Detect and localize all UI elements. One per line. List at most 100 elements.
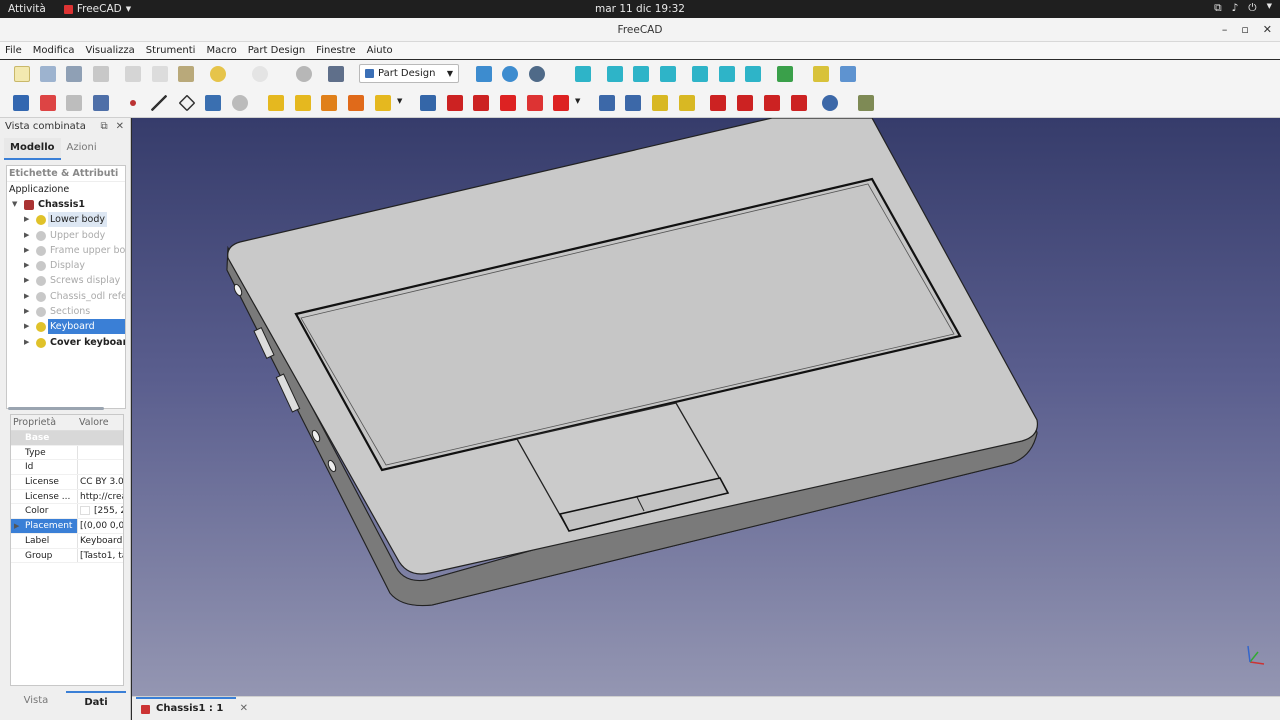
polar-pattern-icon[interactable] bbox=[652, 95, 668, 111]
fit-all-icon[interactable] bbox=[476, 66, 492, 82]
tab-tasks[interactable]: Azioni bbox=[61, 138, 103, 160]
datum-line-icon[interactable] bbox=[151, 95, 167, 111]
tree-item-screws-display[interactable]: ▶ Screws display bbox=[7, 273, 125, 288]
expand-icon[interactable]: ▶ bbox=[24, 335, 29, 350]
save-as-icon[interactable] bbox=[93, 66, 109, 82]
view-left-icon[interactable] bbox=[745, 66, 761, 82]
refresh-icon[interactable] bbox=[296, 66, 312, 82]
view-isometric-icon[interactable] bbox=[575, 66, 591, 82]
paste-icon[interactable] bbox=[178, 66, 194, 82]
activities-button[interactable]: Attività bbox=[8, 3, 46, 15]
tree-item-sections[interactable]: ▶ Sections bbox=[7, 304, 125, 319]
tab-data[interactable]: Dati bbox=[66, 691, 126, 713]
save-icon[interactable] bbox=[66, 66, 82, 82]
document-tab[interactable]: Chassis1 : 1 ✕ bbox=[136, 697, 248, 719]
new-file-icon[interactable] bbox=[14, 66, 30, 82]
minimize-button[interactable]: – bbox=[1222, 18, 1228, 42]
thickness-icon[interactable] bbox=[791, 95, 807, 111]
clone-icon[interactable] bbox=[93, 95, 109, 111]
pad-icon[interactable] bbox=[268, 95, 284, 111]
property-value[interactable]: http://creat bbox=[77, 489, 123, 504]
chamfer-icon[interactable] bbox=[737, 95, 753, 111]
fillet-icon[interactable] bbox=[710, 95, 726, 111]
linear-pattern-icon[interactable] bbox=[625, 95, 641, 111]
tree-horizontal-scrollbar[interactable] bbox=[8, 407, 104, 410]
expand-icon[interactable]: ▶ bbox=[24, 228, 29, 243]
app-menu[interactable]: FreeCAD ▼ bbox=[63, 3, 131, 15]
copy-icon[interactable] bbox=[152, 66, 168, 82]
sprocket-icon[interactable] bbox=[858, 95, 874, 111]
menu-file[interactable]: File bbox=[5, 45, 22, 56]
datum-point-icon[interactable] bbox=[130, 100, 136, 106]
expand-icon[interactable]: ▶ bbox=[24, 258, 29, 273]
tree-item-root[interactable]: ▼ Chassis1 bbox=[7, 197, 125, 212]
create-body-icon[interactable] bbox=[13, 95, 29, 111]
validate-sketch-icon[interactable] bbox=[66, 95, 82, 111]
tree-item-cover-keyboard[interactable]: ▶ Cover keyboard bbox=[7, 335, 125, 350]
expand-icon[interactable]: ▶ bbox=[24, 289, 29, 304]
group-folder-icon[interactable] bbox=[840, 66, 856, 82]
menu-part-design[interactable]: Part Design bbox=[248, 45, 305, 56]
draw-style-icon[interactable] bbox=[529, 66, 545, 82]
property-value[interactable]: [Tasto1, ta bbox=[77, 548, 123, 563]
close-tab-icon[interactable]: ✕ bbox=[240, 699, 248, 719]
property-value[interactable]: [(0,00 0,00 bbox=[77, 519, 123, 533]
expand-icon[interactable]: ▶ bbox=[24, 243, 29, 258]
menu-view[interactable]: Visualizza bbox=[86, 45, 135, 56]
revolution-icon[interactable] bbox=[295, 95, 311, 111]
float-panel-icon[interactable]: ⧉ bbox=[100, 118, 107, 136]
expand-icon[interactable]: ▶ bbox=[24, 273, 29, 288]
shape-binder-icon[interactable] bbox=[232, 95, 248, 111]
property-row[interactable]: Group [Tasto1, ta bbox=[11, 548, 123, 564]
subtractive-primitive-icon[interactable] bbox=[553, 95, 569, 111]
tree-item-chassis-reference[interactable]: ▶ Chassis_odl reference bbox=[7, 289, 125, 304]
local-cs-icon[interactable] bbox=[205, 95, 221, 111]
property-row[interactable]: Color [255, 2 bbox=[11, 504, 123, 520]
menu-macro[interactable]: Macro bbox=[206, 45, 236, 56]
view-front-icon[interactable] bbox=[607, 66, 623, 82]
maximize-button[interactable]: ▫ bbox=[1241, 18, 1248, 42]
close-panel-icon[interactable]: ✕ bbox=[116, 118, 124, 136]
clock[interactable]: mar 11 dic 19:32 bbox=[0, 3, 1280, 15]
property-value[interactable]: CC BY 3.0 bbox=[77, 475, 123, 489]
whats-this-icon[interactable] bbox=[328, 66, 344, 82]
open-file-icon[interactable] bbox=[40, 66, 56, 82]
view-bottom-icon[interactable] bbox=[719, 66, 735, 82]
3d-viewport[interactable] bbox=[132, 118, 1280, 696]
measure-icon[interactable] bbox=[777, 66, 793, 82]
menu-tools[interactable]: Strumenti bbox=[146, 45, 196, 56]
part-icon[interactable] bbox=[813, 66, 829, 82]
subtractive-pipe-icon[interactable] bbox=[527, 95, 543, 111]
property-row[interactable]: Label Keyboard bbox=[11, 533, 123, 549]
multitransform-icon[interactable] bbox=[679, 95, 695, 111]
boolean-icon[interactable] bbox=[822, 95, 838, 111]
tree-item-keyboard[interactable]: ▶ Keyboard bbox=[7, 319, 125, 335]
workbench-selector[interactable]: Part Design ▼ bbox=[359, 64, 459, 83]
tree-item-frame-upper-body[interactable]: ▶ Frame upper body bbox=[7, 243, 125, 258]
expand-icon[interactable]: ▶ bbox=[24, 319, 29, 334]
menu-edit[interactable]: Modifica bbox=[33, 45, 75, 56]
additive-primitive-icon[interactable] bbox=[375, 95, 391, 111]
property-value[interactable] bbox=[77, 460, 123, 475]
close-button[interactable]: ✕ bbox=[1263, 18, 1272, 42]
menu-windows[interactable]: Finestre bbox=[316, 45, 355, 56]
tree-item-lower-body[interactable]: ▶ Lower body bbox=[7, 212, 125, 228]
property-group[interactable]: Base bbox=[11, 431, 123, 446]
system-tray[interactable]: ⧉ ♪ ⏻ ▼ bbox=[1214, 2, 1272, 15]
expand-icon[interactable]: ▶ bbox=[24, 212, 29, 227]
subtractive-loft-icon[interactable] bbox=[500, 95, 516, 111]
view-rear-icon[interactable] bbox=[692, 66, 708, 82]
laptop-model[interactable] bbox=[132, 118, 1280, 696]
property-row[interactable]: Type bbox=[11, 445, 123, 461]
property-value[interactable] bbox=[77, 445, 123, 460]
chevron-down-icon[interactable]: ▼ bbox=[575, 97, 583, 113]
property-row[interactable]: License CC BY 3.0 bbox=[11, 475, 123, 490]
property-row[interactable]: Id bbox=[11, 460, 123, 476]
tree-item-display[interactable]: ▶ Display bbox=[7, 258, 125, 273]
additive-pipe-icon[interactable] bbox=[348, 95, 364, 111]
property-column-header[interactable]: Proprietà bbox=[11, 415, 77, 430]
pocket-icon[interactable] bbox=[420, 95, 436, 111]
hole-icon[interactable] bbox=[447, 95, 463, 111]
mirrored-icon[interactable] bbox=[599, 95, 615, 111]
property-row[interactable]: License ... http://creat bbox=[11, 489, 123, 505]
